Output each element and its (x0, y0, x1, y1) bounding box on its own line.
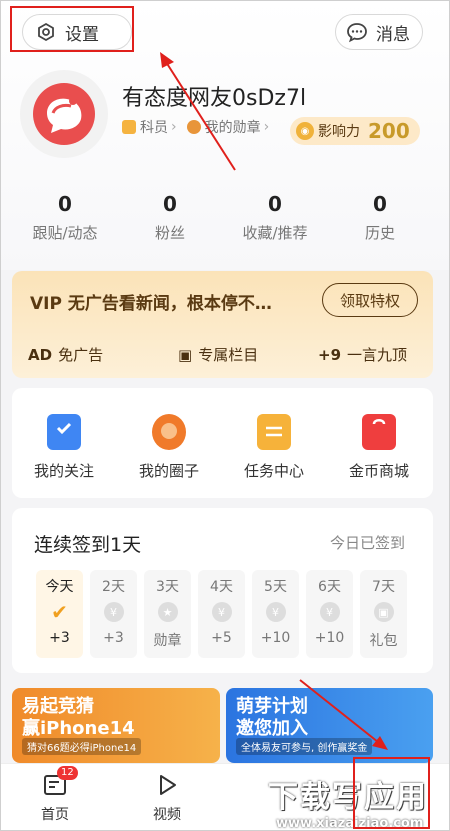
annotation-arrows (160, 52, 388, 750)
